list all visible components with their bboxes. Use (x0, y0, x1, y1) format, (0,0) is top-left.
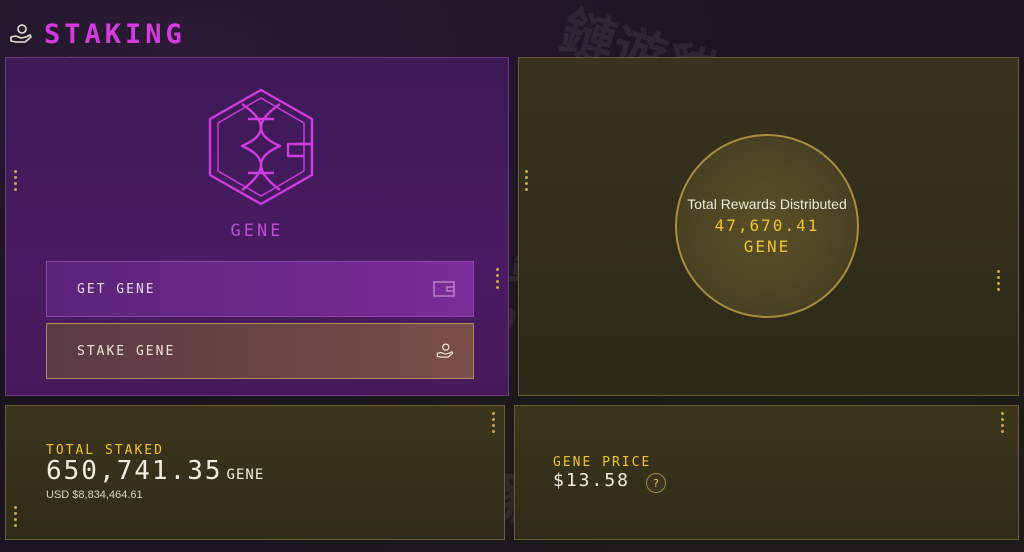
total-staked-panel: TOTAL STAKED 650,741.35 GENE USD $8,834,4… (5, 405, 505, 540)
wallet-icon (433, 281, 455, 297)
total-staked-amount: 650,741.35 (46, 456, 223, 486)
hand-coin-icon (10, 24, 32, 43)
get-gene-label: GET GENE (77, 281, 156, 297)
rewards-unit: GENE (743, 237, 791, 256)
gene-price-value: $13.58 (553, 470, 631, 491)
gene-logo-icon (208, 88, 314, 206)
gene-panel: GENE GET GENE STAKE GENE (5, 57, 509, 396)
stake-gene-label: STAKE GENE (77, 343, 176, 359)
rewards-label: Total Rewards Distributed (687, 196, 847, 212)
gene-price-label: GENE PRICE (553, 455, 652, 470)
panel-dots (14, 506, 17, 527)
page-title: STAKING (44, 18, 186, 50)
total-staked-value: 650,741.35 GENE (46, 456, 264, 486)
panel-dots (525, 170, 528, 191)
total-staked-usd: USD $8,834,464.61 (46, 489, 143, 501)
stake-gene-button[interactable]: STAKE GENE (46, 323, 474, 379)
help-icon[interactable]: ? (646, 473, 666, 493)
rewards-value: 47,670.41 (714, 216, 820, 235)
panel-dots (1001, 412, 1004, 433)
panel-dots (492, 412, 495, 433)
page-header: STAKING (8, 18, 186, 50)
gene-price-panel: GENE PRICE $13.58 ? (514, 405, 1019, 540)
panel-dots (14, 170, 17, 191)
hand-coin-icon (436, 343, 454, 358)
get-gene-button[interactable]: GET GENE (46, 261, 474, 317)
token-name: GENE (230, 221, 284, 241)
total-staked-unit: GENE (226, 467, 265, 483)
panel-dots (997, 270, 1000, 291)
rewards-circle: Total Rewards Distributed 47,670.41 GENE (675, 134, 859, 318)
rewards-panel: Total Rewards Distributed 47,670.41 GENE (518, 57, 1019, 396)
panel-dots (496, 268, 499, 289)
